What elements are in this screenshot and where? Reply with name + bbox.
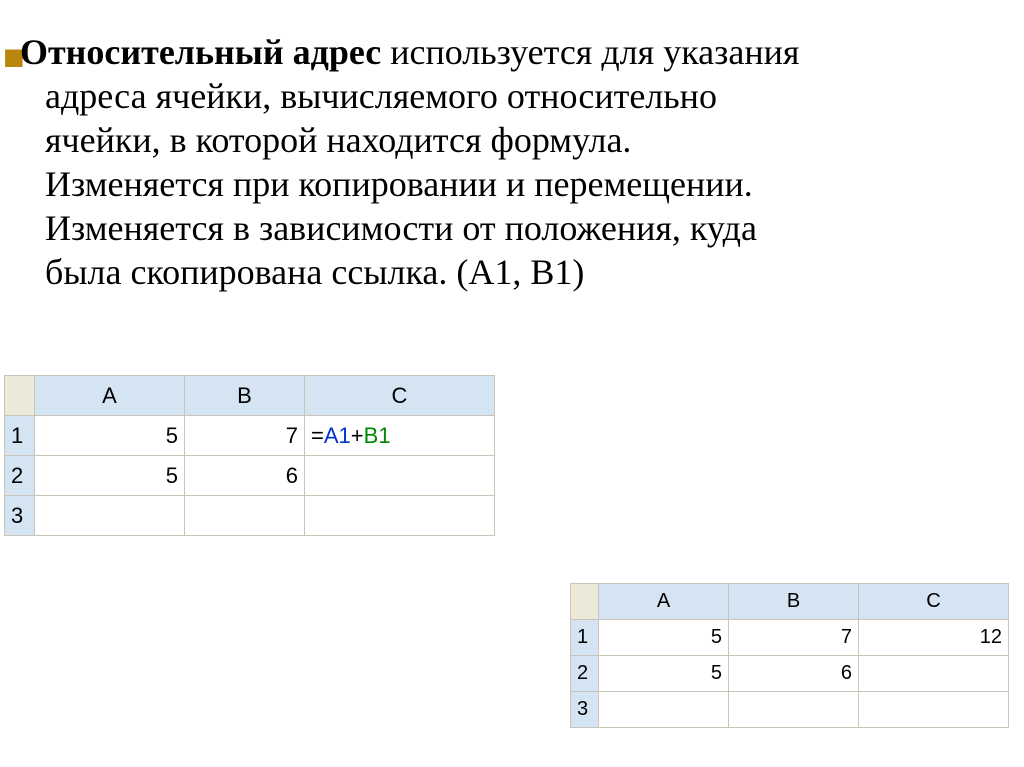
- table-row: 3: [5, 496, 495, 536]
- row-header-1: 1: [5, 416, 35, 456]
- slide: ■ Относительный адрес используется для у…: [0, 0, 1024, 767]
- table-row: A B C: [5, 376, 495, 416]
- col-header-B: B: [729, 584, 859, 620]
- formula-ref-B1: B1: [364, 423, 391, 448]
- cell-C1: 12: [859, 620, 1009, 656]
- col-header-C: C: [305, 376, 495, 416]
- cell-A1: 5: [35, 416, 185, 456]
- table-row: 2 5 6: [5, 456, 495, 496]
- cell-C1-formula: =A1+B1: [305, 416, 495, 456]
- cell-A3: [599, 692, 729, 728]
- col-header-B: B: [185, 376, 305, 416]
- row-header-3: 3: [5, 496, 35, 536]
- table-row: A B C: [571, 584, 1009, 620]
- line6: была скопирована ссылка. (А1, В1): [20, 250, 1000, 294]
- cell-A2: 5: [599, 656, 729, 692]
- cell-A3: [35, 496, 185, 536]
- title-bold: Относительный адрес: [20, 32, 381, 72]
- table-row: 3: [571, 692, 1009, 728]
- line5: Изменяется в зависимости от положения, к…: [20, 206, 1000, 250]
- cell-B1: 7: [729, 620, 859, 656]
- cell-C3: [859, 692, 1009, 728]
- row-header-1: 1: [571, 620, 599, 656]
- line3: ячейки, в которой находится формула.: [20, 118, 1000, 162]
- cell-B2: 6: [185, 456, 305, 496]
- cell-A2: 5: [35, 456, 185, 496]
- row-header-2: 2: [5, 456, 35, 496]
- title-rest: используется для указания: [381, 32, 799, 72]
- col-header-C: C: [859, 584, 1009, 620]
- col-header-A: A: [599, 584, 729, 620]
- table-row: 1 5 7 12: [571, 620, 1009, 656]
- cell-B3: [185, 496, 305, 536]
- formula-ref-A1: A1: [324, 423, 351, 448]
- cell-C3: [305, 496, 495, 536]
- line4: Изменяется при копировании и перемещении…: [20, 162, 1000, 206]
- row-header-3: 3: [571, 692, 599, 728]
- table-row: 1 5 7 =A1+B1: [5, 416, 495, 456]
- cell-C2: [305, 456, 495, 496]
- paragraph: Относительный адрес используется для ука…: [20, 30, 1000, 294]
- cell-B1: 7: [185, 416, 305, 456]
- cell-B2: 6: [729, 656, 859, 692]
- corner-cell: [5, 376, 35, 416]
- table-row: 2 5 6: [571, 656, 1009, 692]
- cell-A1: 5: [599, 620, 729, 656]
- formula-plus: +: [351, 423, 364, 448]
- spreadsheet-result: A B C 1 5 7 12 2 5 6 3: [570, 583, 1009, 728]
- line2: адреса ячейки, вычисляемого относительно: [20, 74, 1000, 118]
- spreadsheet-formula: A B C 1 5 7 =A1+B1 2 5 6 3: [4, 375, 495, 536]
- cell-B3: [729, 692, 859, 728]
- formula-equals: =: [311, 423, 324, 448]
- cell-C2: [859, 656, 1009, 692]
- corner-cell: [571, 584, 599, 620]
- row-header-2: 2: [571, 656, 599, 692]
- col-header-A: A: [35, 376, 185, 416]
